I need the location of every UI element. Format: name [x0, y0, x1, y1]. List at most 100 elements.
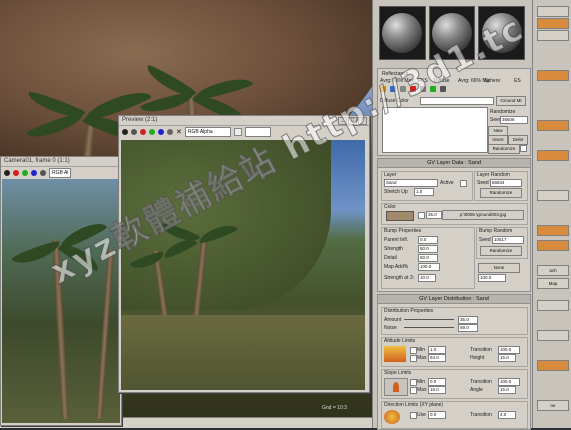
direction-transition-field[interactable]: 4.0: [498, 411, 516, 419]
color-swatch-icon[interactable]: [233, 128, 242, 136]
amount-slider[interactable]: [404, 319, 454, 320]
seed-field[interactable]: 35606: [500, 116, 528, 124]
right-command-panel: ach Map ne: [532, 0, 571, 428]
active-checkbox[interactable]: [460, 180, 467, 187]
bump-seed-label: Seed: [479, 237, 491, 243]
altitude-label: Altitude Limits: [384, 338, 416, 344]
alt-transition-field[interactable]: 100.0: [498, 346, 520, 354]
alt-min-field[interactable]: 1.0: [428, 346, 446, 354]
sidebar-button[interactable]: [537, 190, 569, 201]
strength-field[interactable]: 50.0: [418, 245, 438, 253]
blue-channel-icon[interactable]: [158, 129, 164, 135]
randomize-checkbox[interactable]: [520, 145, 527, 152]
height-label: Height: [470, 355, 485, 361]
stretch-field[interactable]: 1.0: [414, 188, 434, 196]
noise-field[interactable]: 59.0: [458, 324, 478, 332]
alt-max-field[interactable]: 94.0: [428, 354, 446, 362]
strength-at-field-2[interactable]: 100.0: [478, 274, 506, 282]
direction-label: Direction Limits (XY plane): [384, 402, 444, 408]
preview-channel-select[interactable]: RGB Alpha: [184, 127, 231, 137]
alpha-channel-icon[interactable]: [167, 129, 173, 135]
red-channel-icon[interactable]: [13, 170, 19, 176]
layer-name-field[interactable]: Sand: [384, 179, 438, 187]
altitude-graph: [384, 346, 406, 362]
color-swatch[interactable]: [386, 211, 414, 221]
sidebar-button[interactable]: [537, 150, 569, 161]
clear-icon[interactable]: ✕: [176, 128, 182, 136]
sidebar-button[interactable]: [537, 30, 569, 41]
slope-transition-field[interactable]: 100.0: [498, 378, 520, 386]
transition-label: Transition: [470, 347, 492, 353]
max-label: Max: [417, 387, 427, 393]
parent-field[interactable]: 0.0: [418, 236, 438, 244]
min-label: Min: [417, 379, 426, 385]
bump-randomize-button[interactable]: Randomize: [480, 246, 522, 256]
red-channel-icon[interactable]: [140, 129, 146, 135]
strength-label: Strength: [384, 246, 403, 252]
sidebar-button[interactable]: [537, 225, 569, 236]
save-icon[interactable]: [4, 170, 10, 176]
parent-label: Parent Infl.: [384, 237, 409, 243]
reflect-tab[interactable]: Sphere: [484, 78, 500, 84]
detail-label: Detail: [384, 255, 397, 261]
color-amount-field[interactable]: 35.0: [426, 211, 442, 219]
sidebar-button[interactable]: ne: [537, 400, 569, 411]
slope-max-field[interactable]: 15.0: [428, 386, 446, 394]
active-label: Active: [440, 180, 454, 186]
color-map-button[interactable]: p:\0005 \ground003.jpg: [442, 210, 524, 220]
amount-field[interactable]: 35.0: [458, 316, 478, 324]
slope-min-field[interactable]: 0.0: [428, 378, 446, 386]
randomize-button[interactable]: Randomize: [488, 144, 520, 154]
distribution-props-label: Distribution Properties: [384, 308, 434, 314]
distribution-header[interactable]: GV Layer Distribution : Sand: [378, 295, 530, 304]
sidebar-button[interactable]: [537, 240, 569, 251]
bump-map-none-button[interactable]: None: [478, 263, 520, 273]
noise-slider[interactable]: [404, 327, 454, 328]
randomize-label: Randomize: [490, 109, 516, 115]
ground-mtl-field[interactable]: [420, 97, 494, 105]
use-label: Use: [417, 412, 426, 418]
sidebar-button[interactable]: [537, 6, 569, 17]
sidebar-button[interactable]: ach: [537, 265, 569, 276]
stretch-label: Stretch Up: [384, 189, 408, 195]
map-add-field[interactable]: 100.0: [418, 263, 440, 271]
strength-at-field[interactable]: 10.0: [418, 274, 436, 282]
map-checkbox[interactable]: [418, 212, 425, 219]
alpha-channel-icon[interactable]: [40, 170, 46, 176]
bump-seed-field[interactable]: 10517: [492, 236, 524, 244]
direction-field[interactable]: 0.0: [428, 411, 446, 419]
copy-icon[interactable]: [131, 129, 137, 135]
slope-min-checkbox[interactable]: [410, 379, 417, 386]
camera-toolbar: RGB Al: [1, 167, 121, 179]
green-channel-icon[interactable]: [149, 129, 155, 135]
camera-channel-select[interactable]: RGB Al: [49, 168, 72, 178]
sidebar-button[interactable]: [537, 360, 569, 371]
blue-channel-icon[interactable]: [31, 170, 37, 176]
layer-data-header[interactable]: GV Layer Data : Sand: [378, 159, 530, 168]
detail-field[interactable]: 50.0: [418, 254, 438, 262]
layer-random-label: Layer Random: [477, 172, 510, 178]
alt-min-checkbox[interactable]: [410, 347, 417, 354]
ground-mtl-button[interactable]: Ground Mt: [496, 96, 526, 106]
reflect-tab[interactable]: ES: [514, 78, 521, 84]
green-channel-icon[interactable]: [22, 170, 28, 176]
slope-graph: [384, 378, 408, 396]
sidebar-button[interactable]: [537, 18, 569, 29]
min-label: Min: [417, 347, 426, 353]
layer-seed-field[interactable]: 66834: [490, 179, 522, 187]
direction-use-checkbox[interactable]: [410, 412, 417, 419]
sidebar-button[interactable]: [537, 120, 569, 131]
save-icon[interactable]: [122, 129, 128, 135]
sidebar-button[interactable]: [537, 330, 569, 341]
alt-max-checkbox[interactable]: [410, 355, 417, 362]
sidebar-button[interactable]: Map: [537, 278, 569, 289]
sidebar-button[interactable]: [537, 70, 569, 81]
sidebar-button[interactable]: [537, 300, 569, 311]
alt-height-field[interactable]: 15.0: [498, 354, 516, 362]
transition-label: Transition: [470, 379, 492, 385]
layer-randomize-button[interactable]: Randomize: [480, 188, 522, 198]
strength-at-label: Strength at 3:: [384, 275, 415, 281]
slope-max-checkbox[interactable]: [410, 387, 417, 394]
slope-angle-field[interactable]: 15.0: [498, 386, 516, 394]
preview-title-text: Preview (2:1): [122, 117, 158, 123]
